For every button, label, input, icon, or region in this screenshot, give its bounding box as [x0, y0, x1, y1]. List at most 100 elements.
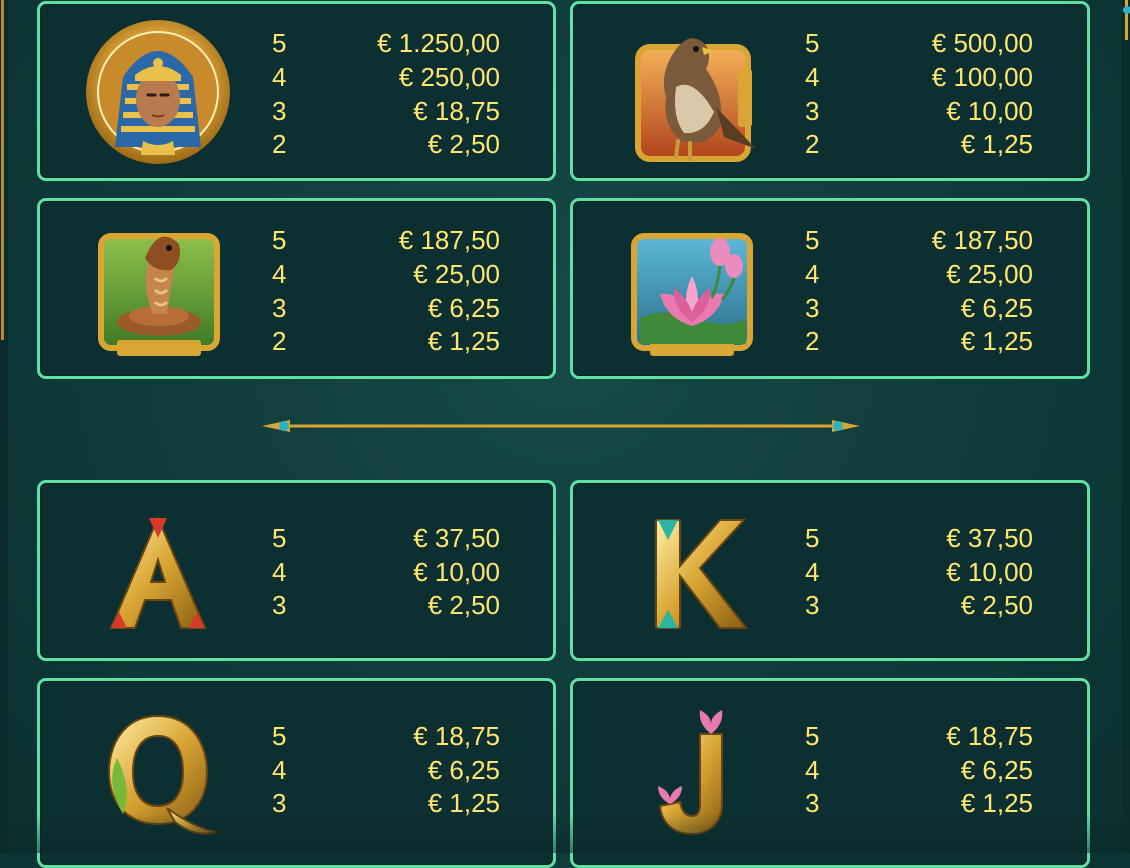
- payout-row: 3 € 2,50: [272, 588, 500, 622]
- payout-row: 4 € 6,25: [272, 753, 500, 787]
- payout-row: 2 € 2,50: [272, 127, 500, 161]
- lotus-icon: [611, 211, 771, 366]
- payout-amount: € 25,00: [946, 259, 1033, 289]
- payout-row: 2 € 1,25: [805, 127, 1033, 161]
- payout-amount: € 37,50: [413, 523, 500, 553]
- payout-amount: € 1,25: [960, 788, 1033, 818]
- payout-row: 4 € 6,25: [805, 753, 1033, 787]
- payout-row: 3 € 2,50: [805, 588, 1033, 622]
- symbol-count: 3: [272, 590, 287, 620]
- symbol-count: 3: [272, 96, 287, 126]
- payout-amount: € 25,00: [413, 259, 500, 289]
- payout-row: 3 € 18,75: [272, 94, 500, 128]
- payout-row: 2 € 1,25: [272, 324, 500, 358]
- symbol-count: 4: [272, 557, 287, 587]
- payout-amount: € 10,00: [946, 557, 1033, 587]
- symbol-count: 3: [805, 96, 820, 126]
- payout-row: 4 € 10,00: [805, 555, 1033, 589]
- symbol-count: 4: [272, 755, 287, 785]
- payout-amount: € 18,75: [946, 721, 1033, 751]
- paytable-card-cobra: 5 € 187,50 4 € 25,00 3 € 6,25 2 € 1,25: [37, 198, 556, 379]
- payout-row: 4 € 25,00: [805, 257, 1033, 291]
- paytable-card-letter-q: 5 € 18,75 4 € 6,25 3 € 1,25: [37, 678, 556, 868]
- paytable-card-letter-j: 5 € 18,75 4 € 6,25 3 € 1,25: [570, 678, 1090, 868]
- payout-amount: € 250,00: [398, 62, 500, 92]
- payout-amount: € 37,50: [946, 523, 1033, 553]
- payout-amount: € 187,50: [931, 225, 1033, 255]
- symbol-count: 3: [805, 590, 820, 620]
- payout-amount: € 1,25: [960, 129, 1033, 159]
- symbol-count: 2: [805, 326, 820, 356]
- payout-amount: € 6,25: [427, 755, 500, 785]
- payout-amount: € 10,00: [946, 96, 1033, 126]
- symbol-count: 4: [805, 557, 820, 587]
- letter-a-icon: [78, 493, 238, 648]
- payout-row: 3 € 10,00: [805, 94, 1033, 128]
- payout-row: 4 € 25,00: [272, 257, 500, 291]
- left-edge-ornament: [0, 0, 8, 853]
- symbol-count: 3: [272, 788, 287, 818]
- right-edge-ornament: [1122, 0, 1130, 853]
- payout-amount: € 100,00: [931, 62, 1033, 92]
- payout-amount: € 1.250,00: [377, 28, 500, 58]
- payout-amount: € 1,25: [427, 788, 500, 818]
- payout-row: 4 € 250,00: [272, 60, 500, 94]
- symbol-count: 5: [805, 225, 820, 255]
- payout-row: 3 € 1,25: [272, 786, 500, 820]
- symbol-count: 2: [272, 326, 287, 356]
- payout-row: 2 € 1,25: [805, 324, 1033, 358]
- payout-row: 3 € 1,25: [805, 786, 1033, 820]
- symbol-count: 5: [805, 28, 820, 58]
- pharaoh-icon: [78, 14, 238, 169]
- payout-amount: € 1,25: [960, 326, 1033, 356]
- symbol-count: 5: [272, 28, 287, 58]
- payout-amount: € 10,00: [413, 557, 500, 587]
- symbol-count: 3: [805, 788, 820, 818]
- symbol-count: 3: [805, 293, 820, 323]
- falcon-icon: [611, 14, 771, 169]
- payout-row: 3 € 6,25: [272, 291, 500, 325]
- symbol-count: 4: [805, 62, 820, 92]
- symbol-count: 5: [272, 523, 287, 553]
- symbol-count: 4: [805, 755, 820, 785]
- paytable-card-pharaoh: 5 € 1.250,00 4 € 250,00 3 € 18,75 2 € 2,…: [37, 1, 556, 181]
- payout-row: 5 € 18,75: [272, 719, 500, 753]
- payout-row: 5 € 37,50: [272, 521, 500, 555]
- symbol-count: 5: [805, 721, 820, 751]
- paytable-card-letter-k: 5 € 37,50 4 € 10,00 3 € 2,50: [570, 480, 1090, 661]
- payout-row: 4 € 100,00: [805, 60, 1033, 94]
- paytable-card-lotus: 5 € 187,50 4 € 25,00 3 € 6,25 2 € 1,25: [570, 198, 1090, 379]
- payout-row: 5 € 1.250,00: [272, 26, 500, 60]
- payout-row: 5 € 500,00: [805, 26, 1033, 60]
- letter-q-icon: [78, 691, 238, 846]
- letter-k-icon: [611, 493, 771, 648]
- payout-amount: € 6,25: [960, 293, 1033, 323]
- symbol-count: 4: [805, 259, 820, 289]
- payout-row: 5 € 37,50: [805, 521, 1033, 555]
- payout-amount: € 1,25: [427, 326, 500, 356]
- symbol-count: 4: [272, 259, 287, 289]
- payout-row: 5 € 18,75: [805, 719, 1033, 753]
- payout-amount: € 2,50: [427, 129, 500, 159]
- payout-amount: € 18,75: [413, 721, 500, 751]
- payout-amount: € 18,75: [413, 96, 500, 126]
- payout-amount: € 6,25: [427, 293, 500, 323]
- payout-amount: € 6,25: [960, 755, 1033, 785]
- payout-amount: € 2,50: [427, 590, 500, 620]
- payout-row: 5 € 187,50: [272, 223, 500, 257]
- spear-divider-icon: [262, 420, 860, 432]
- payout-row: 4 € 10,00: [272, 555, 500, 589]
- payout-amount: € 2,50: [960, 590, 1033, 620]
- symbol-count: 4: [272, 62, 287, 92]
- payout-row: 3 € 6,25: [805, 291, 1033, 325]
- symbol-count: 2: [272, 129, 287, 159]
- letter-j-icon: [611, 691, 771, 846]
- payout-row: 5 € 187,50: [805, 223, 1033, 257]
- paytable-card-letter-a: 5 € 37,50 4 € 10,00 3 € 2,50: [37, 480, 556, 661]
- payout-amount: € 500,00: [931, 28, 1033, 58]
- symbol-count: 5: [272, 225, 287, 255]
- payout-amount: € 187,50: [398, 225, 500, 255]
- symbol-count: 5: [805, 523, 820, 553]
- symbol-count: 5: [272, 721, 287, 751]
- cobra-icon: [78, 211, 238, 366]
